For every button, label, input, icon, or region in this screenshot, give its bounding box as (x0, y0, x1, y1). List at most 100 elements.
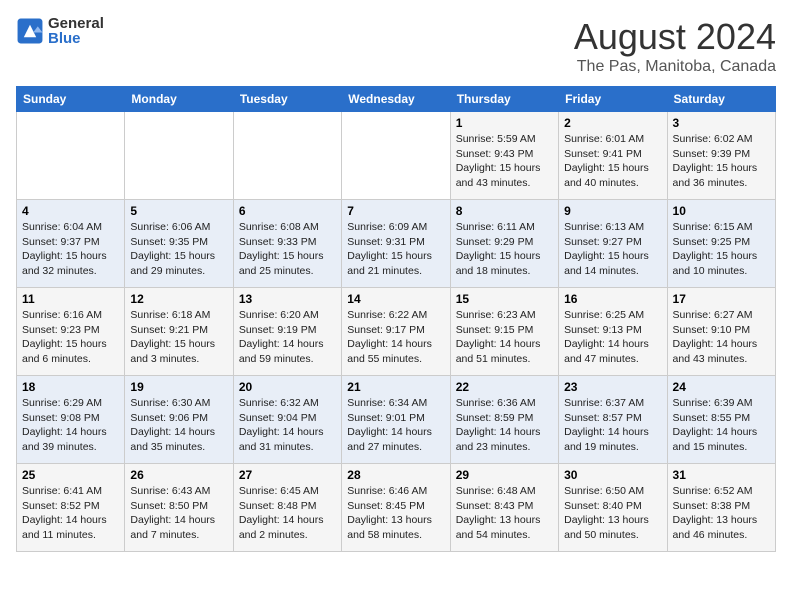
day-info: Sunrise: 6:50 AM Sunset: 8:40 PM Dayligh… (564, 484, 661, 543)
calendar-day-cell: 28Sunrise: 6:46 AM Sunset: 8:45 PM Dayli… (342, 464, 450, 552)
calendar-day-cell: 31 Sunrise: 6:52 AM Sunset: 8:38 PM Dayli… (667, 464, 775, 552)
calendar-day-cell: 4 Sunrise: 6:04 AM Sunset: 9:37 PM Daylig… (17, 200, 125, 288)
day-info: Sunrise: 6:04 AM Sunset: 9:37 PM Dayligh… (22, 220, 119, 279)
day-number: 21 (347, 380, 444, 394)
calendar-day-cell: 12 Sunrise: 6:18 AM Sunset: 9:21 PM Dayli… (125, 288, 233, 376)
title-block: August 2024 The Pas, Manitoba, Canada (574, 16, 776, 76)
day-info: Sunrise: 6:48 AM Sunset: 8:43 PM Dayligh… (456, 484, 553, 543)
day-info: Sunrise: 6:34 AM Sunset: 9:01 PM Dayligh… (347, 396, 444, 455)
day-number: 7 (347, 204, 444, 218)
calendar-day-cell: 13Sunrise: 6:20 AM Sunset: 9:19 PM Dayli… (233, 288, 341, 376)
day-info: Sunrise: 6:18 AM Sunset: 9:21 PM Dayligh… (130, 308, 227, 367)
day-info: Sunrise: 6:20 AM Sunset: 9:19 PM Dayligh… (239, 308, 336, 367)
logo-general: General (48, 16, 104, 31)
day-info: Sunrise: 6:29 AM Sunset: 9:08 PM Dayligh… (22, 396, 119, 455)
calendar-day-cell (233, 112, 341, 200)
day-number: 20 (239, 380, 336, 394)
day-info: Sunrise: 6:08 AM Sunset: 9:33 PM Dayligh… (239, 220, 336, 279)
day-number: 17 (673, 292, 770, 306)
weekday-header-monday: Monday (125, 87, 233, 112)
day-number: 18 (22, 380, 119, 394)
day-info: Sunrise: 6:16 AM Sunset: 9:23 PM Dayligh… (22, 308, 119, 367)
day-info: Sunrise: 6:06 AM Sunset: 9:35 PM Dayligh… (130, 220, 227, 279)
day-number: 24 (673, 380, 770, 394)
weekday-header-wednesday: Wednesday (342, 87, 450, 112)
calendar-day-cell (125, 112, 233, 200)
day-info: Sunrise: 6:37 AM Sunset: 8:57 PM Dayligh… (564, 396, 661, 455)
calendar-day-cell: 11 Sunrise: 6:16 AM Sunset: 9:23 PM Dayli… (17, 288, 125, 376)
day-info: Sunrise: 6:41 AM Sunset: 8:52 PM Dayligh… (22, 484, 119, 543)
day-info: Sunrise: 6:30 AM Sunset: 9:06 PM Dayligh… (130, 396, 227, 455)
day-info: Sunrise: 6:25 AM Sunset: 9:13 PM Dayligh… (564, 308, 661, 367)
calendar-day-cell: 17Sunrise: 6:27 AM Sunset: 9:10 PM Dayli… (667, 288, 775, 376)
calendar-day-cell (17, 112, 125, 200)
page-subtitle: The Pas, Manitoba, Canada (574, 58, 776, 76)
logo-icon (16, 17, 44, 45)
day-info: Sunrise: 6:15 AM Sunset: 9:25 PM Dayligh… (673, 220, 770, 279)
calendar-day-cell: 21 Sunrise: 6:34 AM Sunset: 9:01 PM Dayli… (342, 376, 450, 464)
day-info: Sunrise: 6:32 AM Sunset: 9:04 PM Dayligh… (239, 396, 336, 455)
calendar-header-row: SundayMondayTuesdayWednesdayThursdayFrid… (17, 87, 776, 112)
calendar-day-cell: 23 Sunrise: 6:37 AM Sunset: 8:57 PM Dayli… (559, 376, 667, 464)
day-info: Sunrise: 6:46 AM Sunset: 8:45 PM Dayligh… (347, 484, 444, 543)
calendar-day-cell: 8 Sunrise: 6:11 AM Sunset: 9:29 PM Daylig… (450, 200, 558, 288)
day-info: Sunrise: 6:02 AM Sunset: 9:39 PM Dayligh… (673, 132, 770, 191)
day-number: 14 (347, 292, 444, 306)
day-number: 15 (456, 292, 553, 306)
logo: General Blue (16, 16, 104, 46)
calendar-week-row: 11 Sunrise: 6:16 AM Sunset: 9:23 PM Dayli… (17, 288, 776, 376)
day-number: 3 (673, 116, 770, 130)
day-number: 2 (564, 116, 661, 130)
day-number: 19 (130, 380, 227, 394)
day-number: 31 (673, 468, 770, 482)
day-number: 25 (22, 468, 119, 482)
calendar-day-cell: 18 Sunrise: 6:29 AM Sunset: 9:08 PM Dayli… (17, 376, 125, 464)
day-number: 11 (22, 292, 119, 306)
calendar-day-cell: 24 Sunrise: 6:39 AM Sunset: 8:55 PM Dayli… (667, 376, 775, 464)
calendar-week-row: 4 Sunrise: 6:04 AM Sunset: 9:37 PM Daylig… (17, 200, 776, 288)
page-header: General Blue August 2024 The Pas, Manito… (16, 16, 776, 76)
day-number: 16 (564, 292, 661, 306)
day-info: Sunrise: 6:23 AM Sunset: 9:15 PM Dayligh… (456, 308, 553, 367)
calendar-body: 1 Sunrise: 5:59 AM Sunset: 9:43 PM Daylig… (17, 112, 776, 552)
day-info: Sunrise: 6:43 AM Sunset: 8:50 PM Dayligh… (130, 484, 227, 543)
calendar-table: SundayMondayTuesdayWednesdayThursdayFrid… (16, 86, 776, 552)
day-number: 12 (130, 292, 227, 306)
day-info: Sunrise: 6:11 AM Sunset: 9:29 PM Dayligh… (456, 220, 553, 279)
day-number: 5 (130, 204, 227, 218)
day-info: Sunrise: 6:36 AM Sunset: 8:59 PM Dayligh… (456, 396, 553, 455)
day-info: Sunrise: 6:39 AM Sunset: 8:55 PM Dayligh… (673, 396, 770, 455)
calendar-day-cell: 9Sunrise: 6:13 AM Sunset: 9:27 PM Daylig… (559, 200, 667, 288)
day-number: 22 (456, 380, 553, 394)
calendar-day-cell: 10 Sunrise: 6:15 AM Sunset: 9:25 PM Dayli… (667, 200, 775, 288)
day-number: 30 (564, 468, 661, 482)
day-info: Sunrise: 6:22 AM Sunset: 9:17 PM Dayligh… (347, 308, 444, 367)
day-number: 1 (456, 116, 553, 130)
page-title: August 2024 (574, 16, 776, 58)
day-number: 9 (564, 204, 661, 218)
weekday-header-sunday: Sunday (17, 87, 125, 112)
day-info: Sunrise: 6:09 AM Sunset: 9:31 PM Dayligh… (347, 220, 444, 279)
logo-blue: Blue (48, 31, 104, 46)
weekday-header-friday: Friday (559, 87, 667, 112)
weekday-header-tuesday: Tuesday (233, 87, 341, 112)
calendar-day-cell: 20 Sunrise: 6:32 AM Sunset: 9:04 PM Dayli… (233, 376, 341, 464)
day-number: 10 (673, 204, 770, 218)
weekday-header-saturday: Saturday (667, 87, 775, 112)
calendar-day-cell: 19 Sunrise: 6:30 AM Sunset: 9:06 PM Dayli… (125, 376, 233, 464)
day-number: 8 (456, 204, 553, 218)
calendar-day-cell: 1 Sunrise: 5:59 AM Sunset: 9:43 PM Daylig… (450, 112, 558, 200)
calendar-day-cell: 3 Sunrise: 6:02 AM Sunset: 9:39 PM Daylig… (667, 112, 775, 200)
calendar-week-row: 18 Sunrise: 6:29 AM Sunset: 9:08 PM Dayli… (17, 376, 776, 464)
calendar-day-cell: 7 Sunrise: 6:09 AM Sunset: 9:31 PM Daylig… (342, 200, 450, 288)
calendar-day-cell: 25 Sunrise: 6:41 AM Sunset: 8:52 PM Dayli… (17, 464, 125, 552)
day-number: 23 (564, 380, 661, 394)
day-info: Sunrise: 5:59 AM Sunset: 9:43 PM Dayligh… (456, 132, 553, 191)
calendar-day-cell: 6Sunrise: 6:08 AM Sunset: 9:33 PM Daylig… (233, 200, 341, 288)
calendar-week-row: 25 Sunrise: 6:41 AM Sunset: 8:52 PM Dayli… (17, 464, 776, 552)
day-info: Sunrise: 6:52 AM Sunset: 8:38 PM Dayligh… (673, 484, 770, 543)
calendar-day-cell: 27Sunrise: 6:45 AM Sunset: 8:48 PM Dayli… (233, 464, 341, 552)
calendar-day-cell (342, 112, 450, 200)
day-number: 4 (22, 204, 119, 218)
calendar-day-cell: 22 Sunrise: 6:36 AM Sunset: 8:59 PM Dayli… (450, 376, 558, 464)
